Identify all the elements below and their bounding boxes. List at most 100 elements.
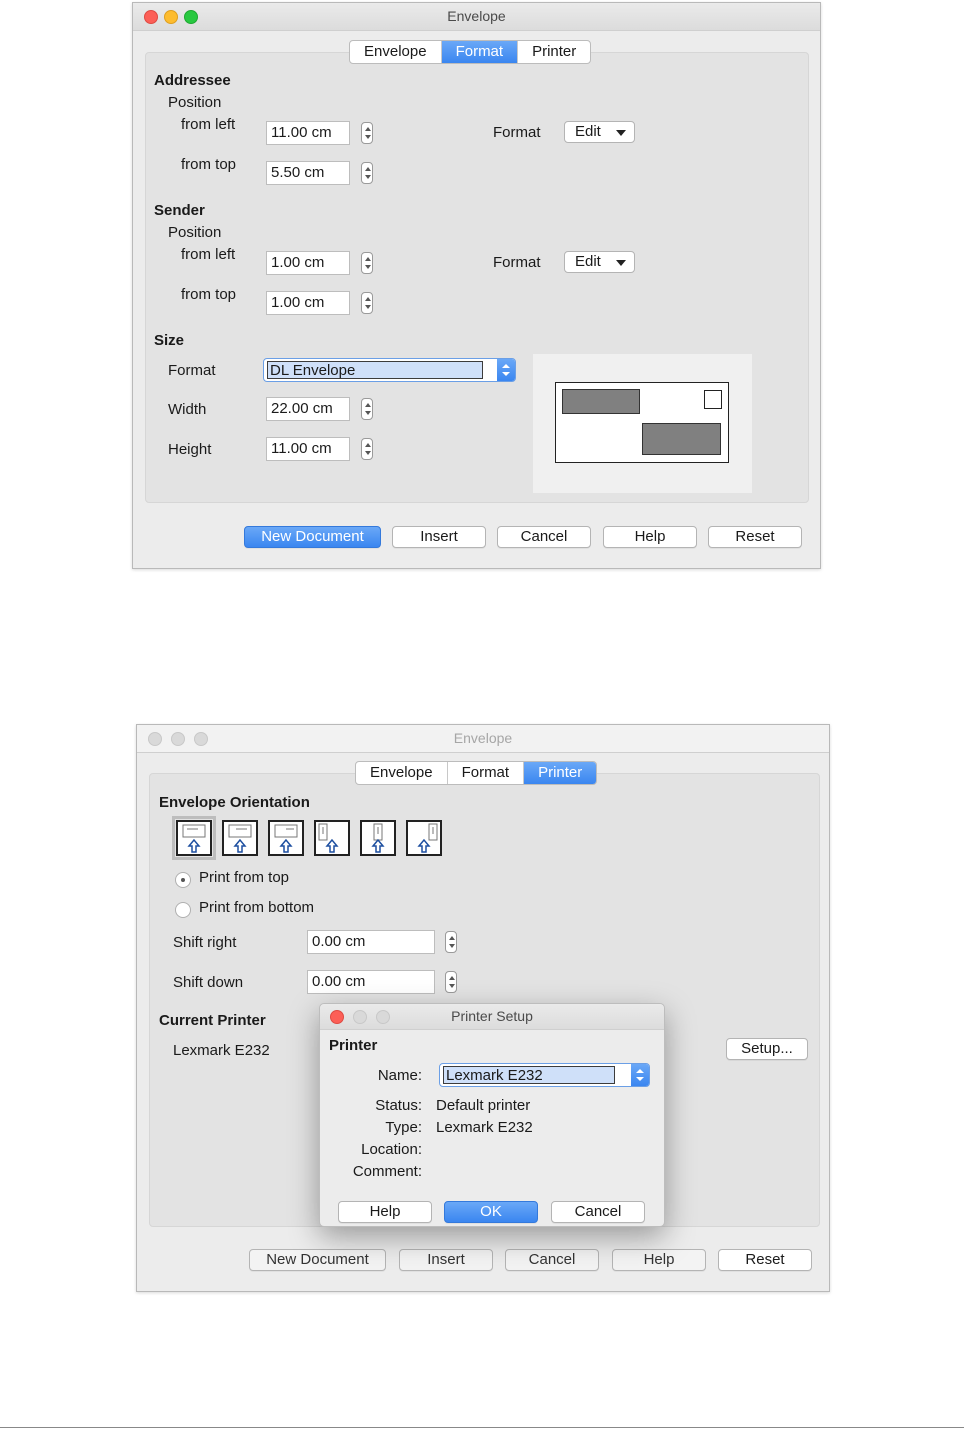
dialog-titlebar[interactable]: Printer Setup: [320, 1004, 664, 1030]
new-document-button[interactable]: New Document: [244, 526, 381, 548]
cancel-button[interactable]: Cancel: [505, 1249, 599, 1271]
tab-format[interactable]: Format: [441, 41, 519, 63]
name-label: Name:: [377, 1067, 422, 1084]
size-width-field[interactable]: 22.00 cm: [266, 397, 350, 421]
envelope-orientation-heading: Envelope Orientation: [159, 794, 310, 811]
minimize-dialog-icon[interactable]: [353, 1010, 367, 1024]
tab-printer[interactable]: Printer: [524, 762, 597, 784]
tab-format[interactable]: Format: [448, 762, 525, 784]
orientation-option-1[interactable]: [172, 816, 216, 860]
select-arrows-icon: [631, 1064, 649, 1086]
addressee-position-label: Position: [168, 94, 222, 111]
addressee-from-top-stepper[interactable]: [361, 162, 373, 184]
reset-button[interactable]: Reset: [708, 526, 802, 548]
current-printer-name: Lexmark E232: [173, 1042, 270, 1059]
size-format-select[interactable]: DL Envelope: [263, 358, 516, 382]
size-width-label: Width: [168, 401, 207, 418]
type-label: Type:: [385, 1119, 422, 1136]
current-printer-heading: Current Printer: [159, 1012, 266, 1029]
status-label: Status:: [375, 1097, 422, 1114]
orientation-option-4[interactable]: [314, 820, 350, 856]
insert-button[interactable]: Insert: [392, 526, 486, 548]
orientation-option-2[interactable]: [222, 820, 258, 856]
envelope-preview: [555, 382, 729, 463]
zoom-dialog-icon[interactable]: [376, 1010, 390, 1024]
dialog-ok-button[interactable]: OK: [444, 1201, 538, 1223]
sender-from-left-field[interactable]: 1.00 cm: [266, 251, 350, 275]
envelope-orientation-icon: [274, 824, 298, 853]
chevron-down-icon: [616, 260, 626, 266]
sender-position-label: Position: [168, 224, 222, 241]
sender-preview-block: [562, 389, 640, 414]
chevron-down-icon: [616, 130, 626, 136]
status-value: Default printer: [436, 1097, 531, 1114]
window-titlebar[interactable]: Envelope: [137, 725, 829, 753]
tab-bar: Envelope Format Printer: [349, 40, 592, 64]
size-height-stepper[interactable]: [361, 438, 373, 460]
print-from-bottom-radio[interactable]: [175, 902, 191, 918]
size-width-stepper[interactable]: [361, 398, 373, 420]
window-titlebar[interactable]: Envelope: [133, 3, 820, 31]
cancel-button[interactable]: Cancel: [497, 526, 591, 548]
size-heading: Size: [154, 332, 185, 349]
tab-envelope[interactable]: Envelope: [350, 41, 442, 63]
help-button[interactable]: Help: [612, 1249, 706, 1271]
tab-printer[interactable]: Printer: [518, 41, 590, 63]
shift-down-field[interactable]: 0.00 cm: [307, 970, 435, 994]
printer-heading: Printer: [329, 1037, 378, 1054]
setup-button[interactable]: Setup...: [726, 1038, 808, 1060]
sender-edit-dropdown[interactable]: Edit: [564, 251, 635, 273]
sender-from-left-stepper[interactable]: [361, 252, 373, 274]
size-height-field[interactable]: 11.00 cm: [266, 437, 350, 461]
zoom-window-icon[interactable]: [194, 732, 208, 746]
orientation-option-6[interactable]: [406, 820, 442, 856]
page-divider: [0, 1427, 964, 1428]
comment-label: Comment:: [352, 1163, 422, 1180]
sender-edit-label: Edit: [575, 253, 601, 270]
dialog-help-button[interactable]: Help: [338, 1201, 432, 1223]
shift-right-label: Shift right: [173, 934, 237, 951]
envelope-window-format: Envelope Envelope Format Printer Address…: [132, 2, 821, 569]
sender-from-top-field[interactable]: 1.00 cm: [266, 291, 350, 315]
print-from-top-radio[interactable]: [175, 872, 191, 888]
select-arrows-icon: [497, 359, 515, 381]
envelope-orientation-icon: [182, 824, 206, 853]
orientation-option-3[interactable]: [268, 820, 304, 856]
envelope-orientation-icon: [371, 823, 385, 853]
type-value: Lexmark E232: [436, 1119, 533, 1136]
sender-from-left-label: from left: [181, 246, 236, 263]
addressee-edit-dropdown[interactable]: Edit: [564, 121, 635, 143]
printer-name-select[interactable]: Lexmark E232: [439, 1063, 650, 1087]
dialog-cancel-button[interactable]: Cancel: [551, 1201, 645, 1223]
window-title: Envelope: [447, 8, 506, 24]
size-height-label: Height: [168, 441, 212, 458]
shift-right-field[interactable]: 0.00 cm: [307, 930, 435, 954]
reset-button[interactable]: Reset: [718, 1249, 812, 1271]
tab-envelope[interactable]: Envelope: [356, 762, 448, 784]
minimize-window-icon[interactable]: [164, 10, 178, 24]
sender-from-top-stepper[interactable]: [361, 292, 373, 314]
shift-down-stepper[interactable]: [445, 971, 457, 993]
shift-right-stepper[interactable]: [445, 931, 457, 953]
insert-button[interactable]: Insert: [399, 1249, 493, 1271]
shift-down-label: Shift down: [173, 974, 244, 991]
envelope-orientation-icon: [318, 823, 339, 853]
tab-bar: Envelope Format Printer: [355, 761, 598, 785]
help-button[interactable]: Help: [603, 526, 697, 548]
close-window-icon[interactable]: [148, 732, 162, 746]
close-dialog-icon[interactable]: [330, 1010, 344, 1024]
minimize-window-icon[interactable]: [171, 732, 185, 746]
zoom-window-icon[interactable]: [184, 10, 198, 24]
close-window-icon[interactable]: [144, 10, 158, 24]
addressee-from-left-field[interactable]: 11.00 cm: [266, 121, 350, 145]
envelope-preview-area: [533, 354, 752, 493]
new-document-button[interactable]: New Document: [249, 1249, 386, 1271]
printer-name-value: Lexmark E232: [443, 1066, 615, 1084]
window-title: Envelope: [453, 730, 513, 746]
envelope-orientation-icon: [417, 823, 438, 853]
addressee-from-top-field[interactable]: 5.50 cm: [266, 161, 350, 185]
sender-heading: Sender: [154, 202, 205, 219]
addressee-from-left-stepper[interactable]: [361, 122, 373, 144]
envelope-orientation-icon: [228, 824, 252, 853]
orientation-option-5[interactable]: [360, 820, 396, 856]
